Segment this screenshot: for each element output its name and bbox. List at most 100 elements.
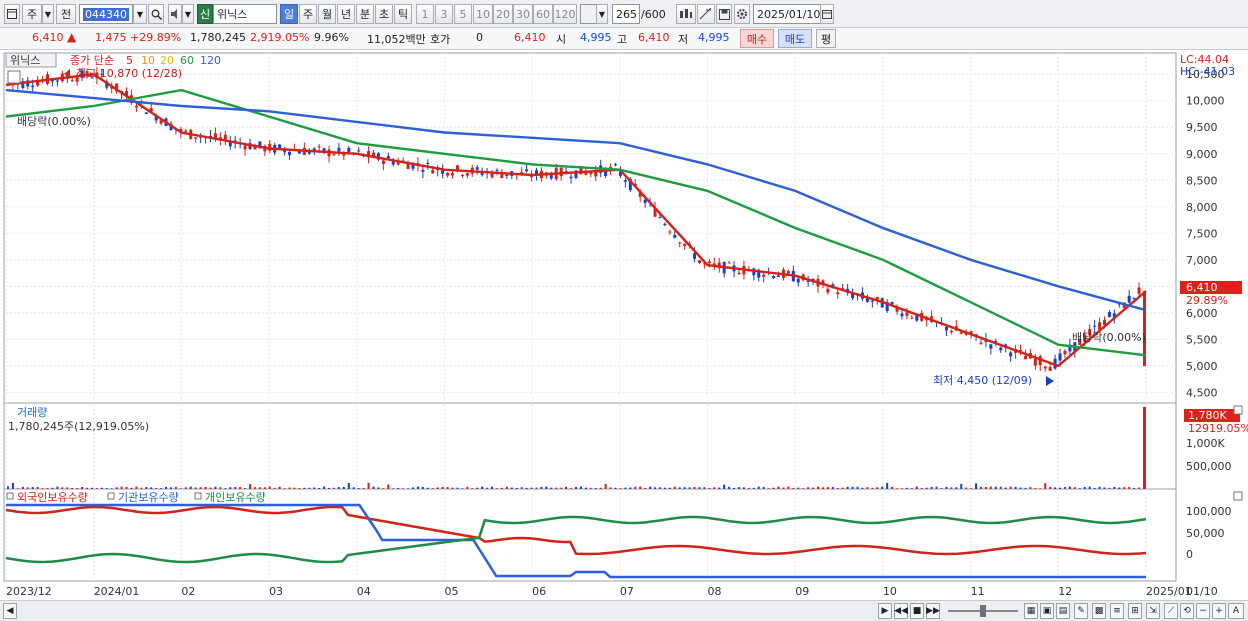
volume-bar (673, 486, 676, 489)
volume-bar (71, 487, 74, 489)
back-icon[interactable]: ⟲ (1180, 603, 1194, 619)
eval-button[interactable]: 평 (816, 29, 836, 48)
ma-title: 종가 단순 (70, 54, 114, 67)
chart-menu-icon[interactable] (4, 4, 20, 24)
interval-20[interactable]: 20 (493, 4, 513, 24)
volume-bar (194, 487, 197, 489)
zoom-out-icon[interactable]: − (1196, 603, 1210, 619)
candle-body (569, 176, 573, 179)
sell-button[interactable]: 매도 (778, 29, 812, 48)
volume-bar (762, 486, 765, 489)
period-main-button[interactable]: 주 (22, 4, 42, 24)
interval-60[interactable]: 60 (533, 4, 553, 24)
search-icon[interactable] (148, 4, 164, 24)
speaker-dropdown-icon[interactable]: ▼ (182, 4, 194, 24)
period-month[interactable]: 월 (318, 4, 336, 24)
candle-body (1033, 358, 1037, 366)
calendar-icon[interactable] (820, 4, 834, 24)
code-input[interactable]: 044340 (79, 4, 133, 24)
volume-bar (263, 487, 266, 489)
volume-bar (328, 487, 331, 489)
candle-body (786, 271, 790, 274)
name-tab[interactable]: 위닉스 (10, 54, 40, 67)
interval-5[interactable]: 5 (454, 4, 472, 24)
chart-canvas[interactable]: 10,50010,0009,5009,0008,5008,0007,5007,0… (0, 50, 1248, 600)
period-minute[interactable]: 분 (356, 4, 374, 24)
chart-settings-icon[interactable] (7, 70, 21, 84)
code-dropdown-icon[interactable]: ▼ (133, 4, 147, 24)
interval-3[interactable]: 3 (435, 4, 453, 24)
dropdown-icon[interactable]: ▼ (42, 4, 54, 24)
volume-bar (624, 487, 627, 489)
stop-icon[interactable]: ■ (910, 603, 924, 619)
volume-bar (105, 488, 108, 489)
volume-bar (402, 488, 405, 489)
volume-bar (1113, 486, 1116, 489)
interval-10[interactable]: 10 (473, 4, 493, 24)
font-icon[interactable]: A (1228, 603, 1244, 619)
volume-bar (431, 488, 434, 489)
save-icon[interactable] (716, 4, 732, 24)
scroll-right-icon[interactable]: ▶ (878, 603, 892, 619)
fit-icon[interactable]: ⊞ (1128, 603, 1142, 619)
candle-body (55, 80, 59, 82)
volume-bar (757, 486, 760, 489)
stock-chart[interactable]: 10,500 10,000 9,500 9,000 8,500 8,000 7,500 7,0… (0, 50, 1248, 621)
ma-20-label: 20 (160, 54, 174, 67)
volume-bar (900, 488, 903, 489)
interval-30[interactable]: 30 (513, 4, 533, 24)
zoom-icon[interactable] (676, 4, 696, 24)
period-second[interactable]: 초 (375, 4, 393, 24)
window-icon[interactable]: ▣ (1040, 603, 1054, 619)
volume-bar (189, 486, 192, 489)
holding-close-icon[interactable] (1233, 491, 1243, 501)
scroll-left-icon[interactable]: ◀ (3, 603, 17, 619)
volume-bar (412, 487, 415, 489)
period-week[interactable]: 주 (299, 4, 317, 24)
volume-bar (491, 486, 494, 489)
volume-close-icon[interactable] (1233, 405, 1243, 415)
period-tick[interactable]: 틱 (394, 4, 412, 24)
buy-button[interactable]: 매수 (740, 29, 774, 48)
prev-button[interactable]: 전 (56, 4, 76, 24)
draw-icon[interactable]: ✎ (1074, 603, 1088, 619)
count-input[interactable]: 265 (612, 4, 640, 24)
period-day[interactable]: 일 (280, 4, 298, 24)
volume-bar (258, 487, 261, 489)
zoom-in-icon[interactable]: + (1212, 603, 1226, 619)
candle-body (1132, 297, 1136, 299)
interval-1[interactable]: 1 (416, 4, 434, 24)
volume-bar (812, 487, 815, 489)
export-icon[interactable]: ⇲ (1146, 603, 1160, 619)
zoom-slider-handle[interactable] (980, 605, 986, 617)
gear-icon[interactable] (734, 4, 750, 24)
volume-bar (846, 486, 849, 489)
panel-icon[interactable]: ▤ (1056, 603, 1070, 619)
align-icon[interactable]: ≡ (1110, 603, 1124, 619)
volume-bar (16, 488, 19, 489)
period-year[interactable]: 년 (337, 4, 355, 24)
candle-body (446, 172, 450, 176)
volume-bar (965, 487, 968, 489)
grid-icon[interactable]: ▩ (1092, 603, 1106, 619)
crosshair-icon[interactable] (697, 4, 715, 24)
chart-scrollbar[interactable]: ◀ ▶ ◀◀ ■ ▶▶ ▦ ▣ ▤ ✎ ▩ ≡ ⊞ ⇲ ⟋ ⟲ − + A (0, 600, 1248, 621)
interval-dropdown-icon[interactable]: ▼ (596, 4, 608, 24)
volume-bar (387, 484, 390, 489)
speaker-icon[interactable] (168, 4, 182, 24)
volume-value: 1,780,245 (190, 31, 246, 44)
candle-body (979, 342, 983, 345)
candle-body (905, 312, 909, 316)
trend-icon[interactable]: ⟋ (1164, 603, 1178, 619)
volume-bar (817, 486, 820, 489)
layout-icon[interactable]: ▦ (1024, 603, 1038, 619)
interval-120[interactable]: 120 (553, 4, 577, 24)
rewind-icon[interactable]: ◀◀ (894, 603, 908, 619)
candle-body (707, 261, 711, 264)
candle-body (288, 151, 292, 156)
fast-forward-icon[interactable]: ▶▶ (926, 603, 940, 619)
volume-bar (920, 487, 923, 489)
stock-name-field[interactable]: 위닉스 (213, 4, 277, 24)
candle-body (381, 160, 385, 164)
code-value: 044340 (83, 7, 129, 21)
